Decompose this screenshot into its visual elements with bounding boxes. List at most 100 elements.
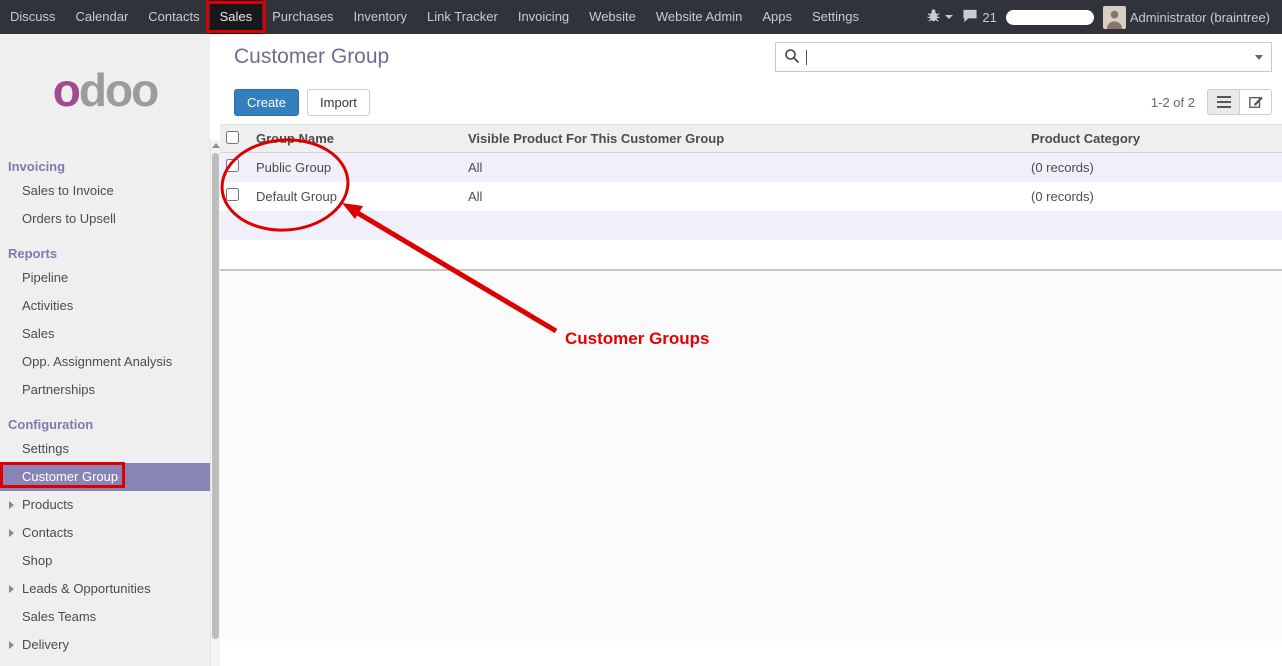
- table-row-public-group[interactable]: Public Group All (0 records): [220, 153, 1282, 182]
- sidebar-item-pipeline[interactable]: Pipeline: [0, 264, 210, 292]
- logo-first-letter: o: [53, 64, 79, 116]
- cell-product-category: (0 records): [1025, 182, 1282, 211]
- view-switcher: [1207, 89, 1272, 115]
- sidebar-item-contacts[interactable]: Contacts: [0, 519, 210, 547]
- sidebar-item-leads-opportunities[interactable]: Leads & Opportunities: [0, 575, 210, 603]
- sidebar-item-opp-assignment-analysis[interactable]: Opp. Assignment Analysis: [0, 348, 210, 376]
- empty-row: [220, 211, 1282, 240]
- avatar: [1103, 6, 1126, 29]
- sidebar-item-sales-to-invoice[interactable]: Sales to Invoice: [0, 177, 210, 205]
- cell-visible-product: All: [462, 153, 1025, 182]
- sidebar-item-delivery[interactable]: Delivery: [0, 631, 210, 659]
- sidebar-item-contacts-label: Contacts: [22, 525, 73, 540]
- topbar: Discuss Calendar Contacts Sales Purchase…: [0, 0, 1282, 34]
- user-name: Administrator (braintree): [1130, 10, 1270, 25]
- section-configuration: Configuration: [0, 404, 210, 435]
- sidebar-item-partnerships[interactable]: Partnerships: [0, 376, 210, 404]
- nav-contacts[interactable]: Contacts: [138, 0, 209, 34]
- table-header-row: Group Name Visible Product For This Cust…: [220, 125, 1282, 153]
- scroll-up-arrow-icon[interactable]: [212, 143, 220, 148]
- user-menu[interactable]: Administrator (braintree): [1103, 6, 1270, 29]
- nav-website[interactable]: Website: [579, 0, 646, 34]
- expand-caret-icon: [9, 641, 14, 649]
- nav-calendar[interactable]: Calendar: [66, 0, 139, 34]
- row-checkbox-cell: [220, 153, 250, 182]
- content-filler: [220, 269, 1282, 641]
- odoo-window: Discuss Calendar Contacts Sales Purchase…: [0, 0, 1282, 666]
- nav-sales[interactable]: Sales: [210, 0, 263, 34]
- pager: 1-2 of 2: [1151, 89, 1272, 115]
- sidebar-item-orders-to-upsell[interactable]: Orders to Upsell: [0, 205, 210, 233]
- search-input[interactable]: [775, 42, 1272, 72]
- control-row: Create Import 1-2 of 2: [220, 80, 1282, 124]
- import-button[interactable]: Import: [307, 89, 370, 116]
- nav-inventory[interactable]: Inventory: [344, 0, 417, 34]
- topbar-right: 21 Administrator (braintree): [926, 0, 1282, 34]
- nav-settings[interactable]: Settings: [802, 0, 869, 34]
- sidebar-item-sales-teams[interactable]: Sales Teams: [0, 603, 210, 631]
- cell-group-name: Public Group: [250, 153, 462, 182]
- logo-rest: doo: [79, 64, 157, 116]
- progress-pill[interactable]: [1006, 10, 1094, 25]
- messages-count: 21: [982, 10, 996, 25]
- col-visible-product[interactable]: Visible Product For This Customer Group: [462, 125, 1025, 153]
- sidebar-item-activities[interactable]: Activities: [0, 292, 210, 320]
- bug-icon: [926, 8, 941, 26]
- search-icon[interactable]: [784, 48, 800, 67]
- logo-text: odoo: [53, 63, 157, 117]
- list-view-button[interactable]: [1207, 89, 1240, 115]
- nav-invoicing[interactable]: Invoicing: [508, 0, 579, 34]
- row-checkbox[interactable]: [226, 159, 239, 172]
- col-group-name[interactable]: Group Name: [250, 125, 462, 153]
- sidebar-item-settings[interactable]: Settings: [0, 435, 210, 463]
- select-all-cell: [220, 125, 250, 153]
- expand-caret-icon: [9, 501, 14, 509]
- sidebar-item-products[interactable]: Products: [0, 491, 210, 519]
- chevron-down-icon: [945, 15, 953, 19]
- nav-apps[interactable]: Apps: [752, 0, 802, 34]
- cell-group-name: Default Group: [250, 182, 462, 211]
- section-reports: Reports: [0, 233, 210, 264]
- customer-group-table: Group Name Visible Product For This Cust…: [220, 124, 1282, 269]
- col-product-category[interactable]: Product Category: [1025, 125, 1282, 153]
- section-invoicing: Invoicing: [0, 146, 210, 177]
- text-cursor: [806, 50, 807, 65]
- sidebar-scrollbar[interactable]: [210, 140, 220, 666]
- sidebar-item-shop[interactable]: Shop: [0, 547, 210, 575]
- chat-icon: [962, 8, 978, 26]
- page-title: Customer Group: [234, 45, 389, 69]
- create-button[interactable]: Create: [234, 89, 299, 116]
- nav-purchases[interactable]: Purchases: [262, 0, 343, 34]
- sidebar-item-products-label: Products: [22, 497, 73, 512]
- sidebar: odoo Invoicing Sales to Invoice Orders t…: [0, 34, 210, 666]
- sidebar-item-sales[interactable]: Sales: [0, 320, 210, 348]
- sidebar-item-delivery-label: Delivery: [22, 637, 69, 652]
- messages-menu[interactable]: 21: [962, 8, 996, 26]
- nav-link-tracker[interactable]: Link Tracker: [417, 0, 508, 34]
- nav-sales-label: Sales: [220, 9, 253, 24]
- list-icon: [1216, 95, 1232, 109]
- table-row-default-group[interactable]: Default Group All (0 records): [220, 182, 1282, 211]
- edit-icon: [1248, 95, 1264, 109]
- row-checkbox-cell: [220, 182, 250, 211]
- sidebar-item-customer-group-label: Customer Group: [22, 469, 118, 484]
- nav-website-admin[interactable]: Website Admin: [646, 0, 752, 34]
- content-header: Customer Group: [220, 34, 1282, 80]
- expand-caret-icon: [9, 585, 14, 593]
- cell-visible-product: All: [462, 182, 1025, 211]
- scrollbar-thumb[interactable]: [212, 153, 219, 639]
- search-dropdown-icon[interactable]: [1255, 55, 1263, 60]
- odoo-logo: odoo: [0, 34, 210, 146]
- sidebar-item-customer-group[interactable]: Customer Group: [0, 463, 210, 491]
- top-navigation: Discuss Calendar Contacts Sales Purchase…: [0, 0, 869, 34]
- form-view-button[interactable]: [1239, 89, 1272, 115]
- row-checkbox[interactable]: [226, 188, 239, 201]
- cell-product-category: (0 records): [1025, 153, 1282, 182]
- select-all-checkbox[interactable]: [226, 131, 239, 144]
- sidebar-item-leads-label: Leads & Opportunities: [22, 581, 151, 596]
- main-content: Customer Group Create Import 1-2 of 2: [220, 34, 1282, 666]
- empty-row: [220, 240, 1282, 269]
- debug-menu[interactable]: [926, 8, 953, 26]
- pager-range: 1-2 of 2: [1151, 95, 1195, 110]
- nav-discuss[interactable]: Discuss: [0, 0, 66, 34]
